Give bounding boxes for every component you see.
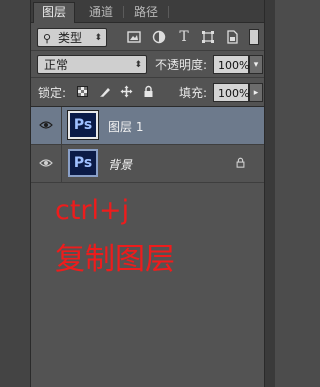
fill-label: 填充: <box>179 86 208 100</box>
filter-smart-object-icon[interactable] <box>225 30 239 44</box>
tab-paths[interactable]: 路径 <box>126 3 166 22</box>
panel-scrollbar[interactable] <box>264 0 275 387</box>
tab-divider <box>168 6 169 18</box>
lock-transparent-pixels-icon[interactable] <box>77 86 88 97</box>
filter-toggle-switch[interactable] <box>249 29 259 45</box>
layer-row[interactable]: Ps 图层 1 <box>31 107 264 145</box>
layers-panel: 图层 通道 路径 ⚲ 类型 ⬍ T 正常 ⬍ 不透明度: 100% ▾ 锁定: … <box>31 0 264 387</box>
filter-shape-icon[interactable] <box>201 30 215 44</box>
blend-opacity-row: 正常 ⬍ 不透明度: 100% ▾ <box>31 51 264 78</box>
lock-icon[interactable] <box>235 157 246 171</box>
tab-divider <box>123 6 124 18</box>
visibility-divider <box>61 145 62 183</box>
left-dock-strip <box>0 0 31 387</box>
layer-name[interactable]: 背景 <box>108 156 132 173</box>
opacity-dropdown-arrow[interactable]: ▾ <box>249 55 263 74</box>
layer-thumbnail[interactable]: Ps <box>67 110 99 140</box>
tab-layers[interactable]: 图层 <box>33 2 76 23</box>
tab-channels[interactable]: 通道 <box>81 3 121 22</box>
visibility-divider <box>61 107 62 145</box>
layer-filter-row: ⚲ 类型 ⬍ T <box>31 24 264 51</box>
lock-label: 锁定: <box>38 86 67 100</box>
updown-arrow-icon: ⬍ <box>94 33 102 43</box>
eye-icon[interactable] <box>39 158 53 168</box>
filter-adjustment-icon[interactable] <box>152 30 166 44</box>
search-icon: ⚲ <box>43 32 52 45</box>
panel-tab-bar: 图层 通道 路径 <box>31 0 264 23</box>
layers-list: Ps 图层 1 Ps 背景 ctrl+j 复制图层 <box>31 107 264 387</box>
eye-icon[interactable] <box>39 120 53 130</box>
annotation-caption: 复制图层 <box>55 242 175 277</box>
layer-name[interactable]: 图层 1 <box>108 118 143 135</box>
filter-pixel-icon[interactable] <box>127 30 141 44</box>
lock-image-pixels-icon[interactable] <box>99 85 112 98</box>
opacity-label: 不透明度: <box>155 58 208 72</box>
updown-arrow-icon: ⬍ <box>134 60 142 70</box>
blend-mode-select[interactable]: 正常 ⬍ <box>37 55 147 74</box>
layer-thumbnail[interactable]: Ps <box>68 149 98 177</box>
filter-kind-label: 类型 <box>58 31 83 45</box>
lock-position-icon[interactable] <box>120 85 133 98</box>
lock-all-icon[interactable] <box>142 85 155 98</box>
opacity-input[interactable]: 100% <box>213 55 249 74</box>
lock-fill-row: 锁定: 填充: 100% ▸ <box>31 78 264 107</box>
fill-dropdown-arrow[interactable]: ▸ <box>249 83 263 102</box>
layer-row[interactable]: Ps 背景 <box>31 145 264 183</box>
fill-input[interactable]: 100% <box>213 83 249 102</box>
filter-type-icon[interactable]: T <box>177 30 191 44</box>
filter-kind-select[interactable]: ⚲ 类型 ⬍ <box>37 28 107 47</box>
blend-mode-value: 正常 <box>44 58 69 72</box>
annotation-shortcut: ctrl+j <box>55 195 130 226</box>
